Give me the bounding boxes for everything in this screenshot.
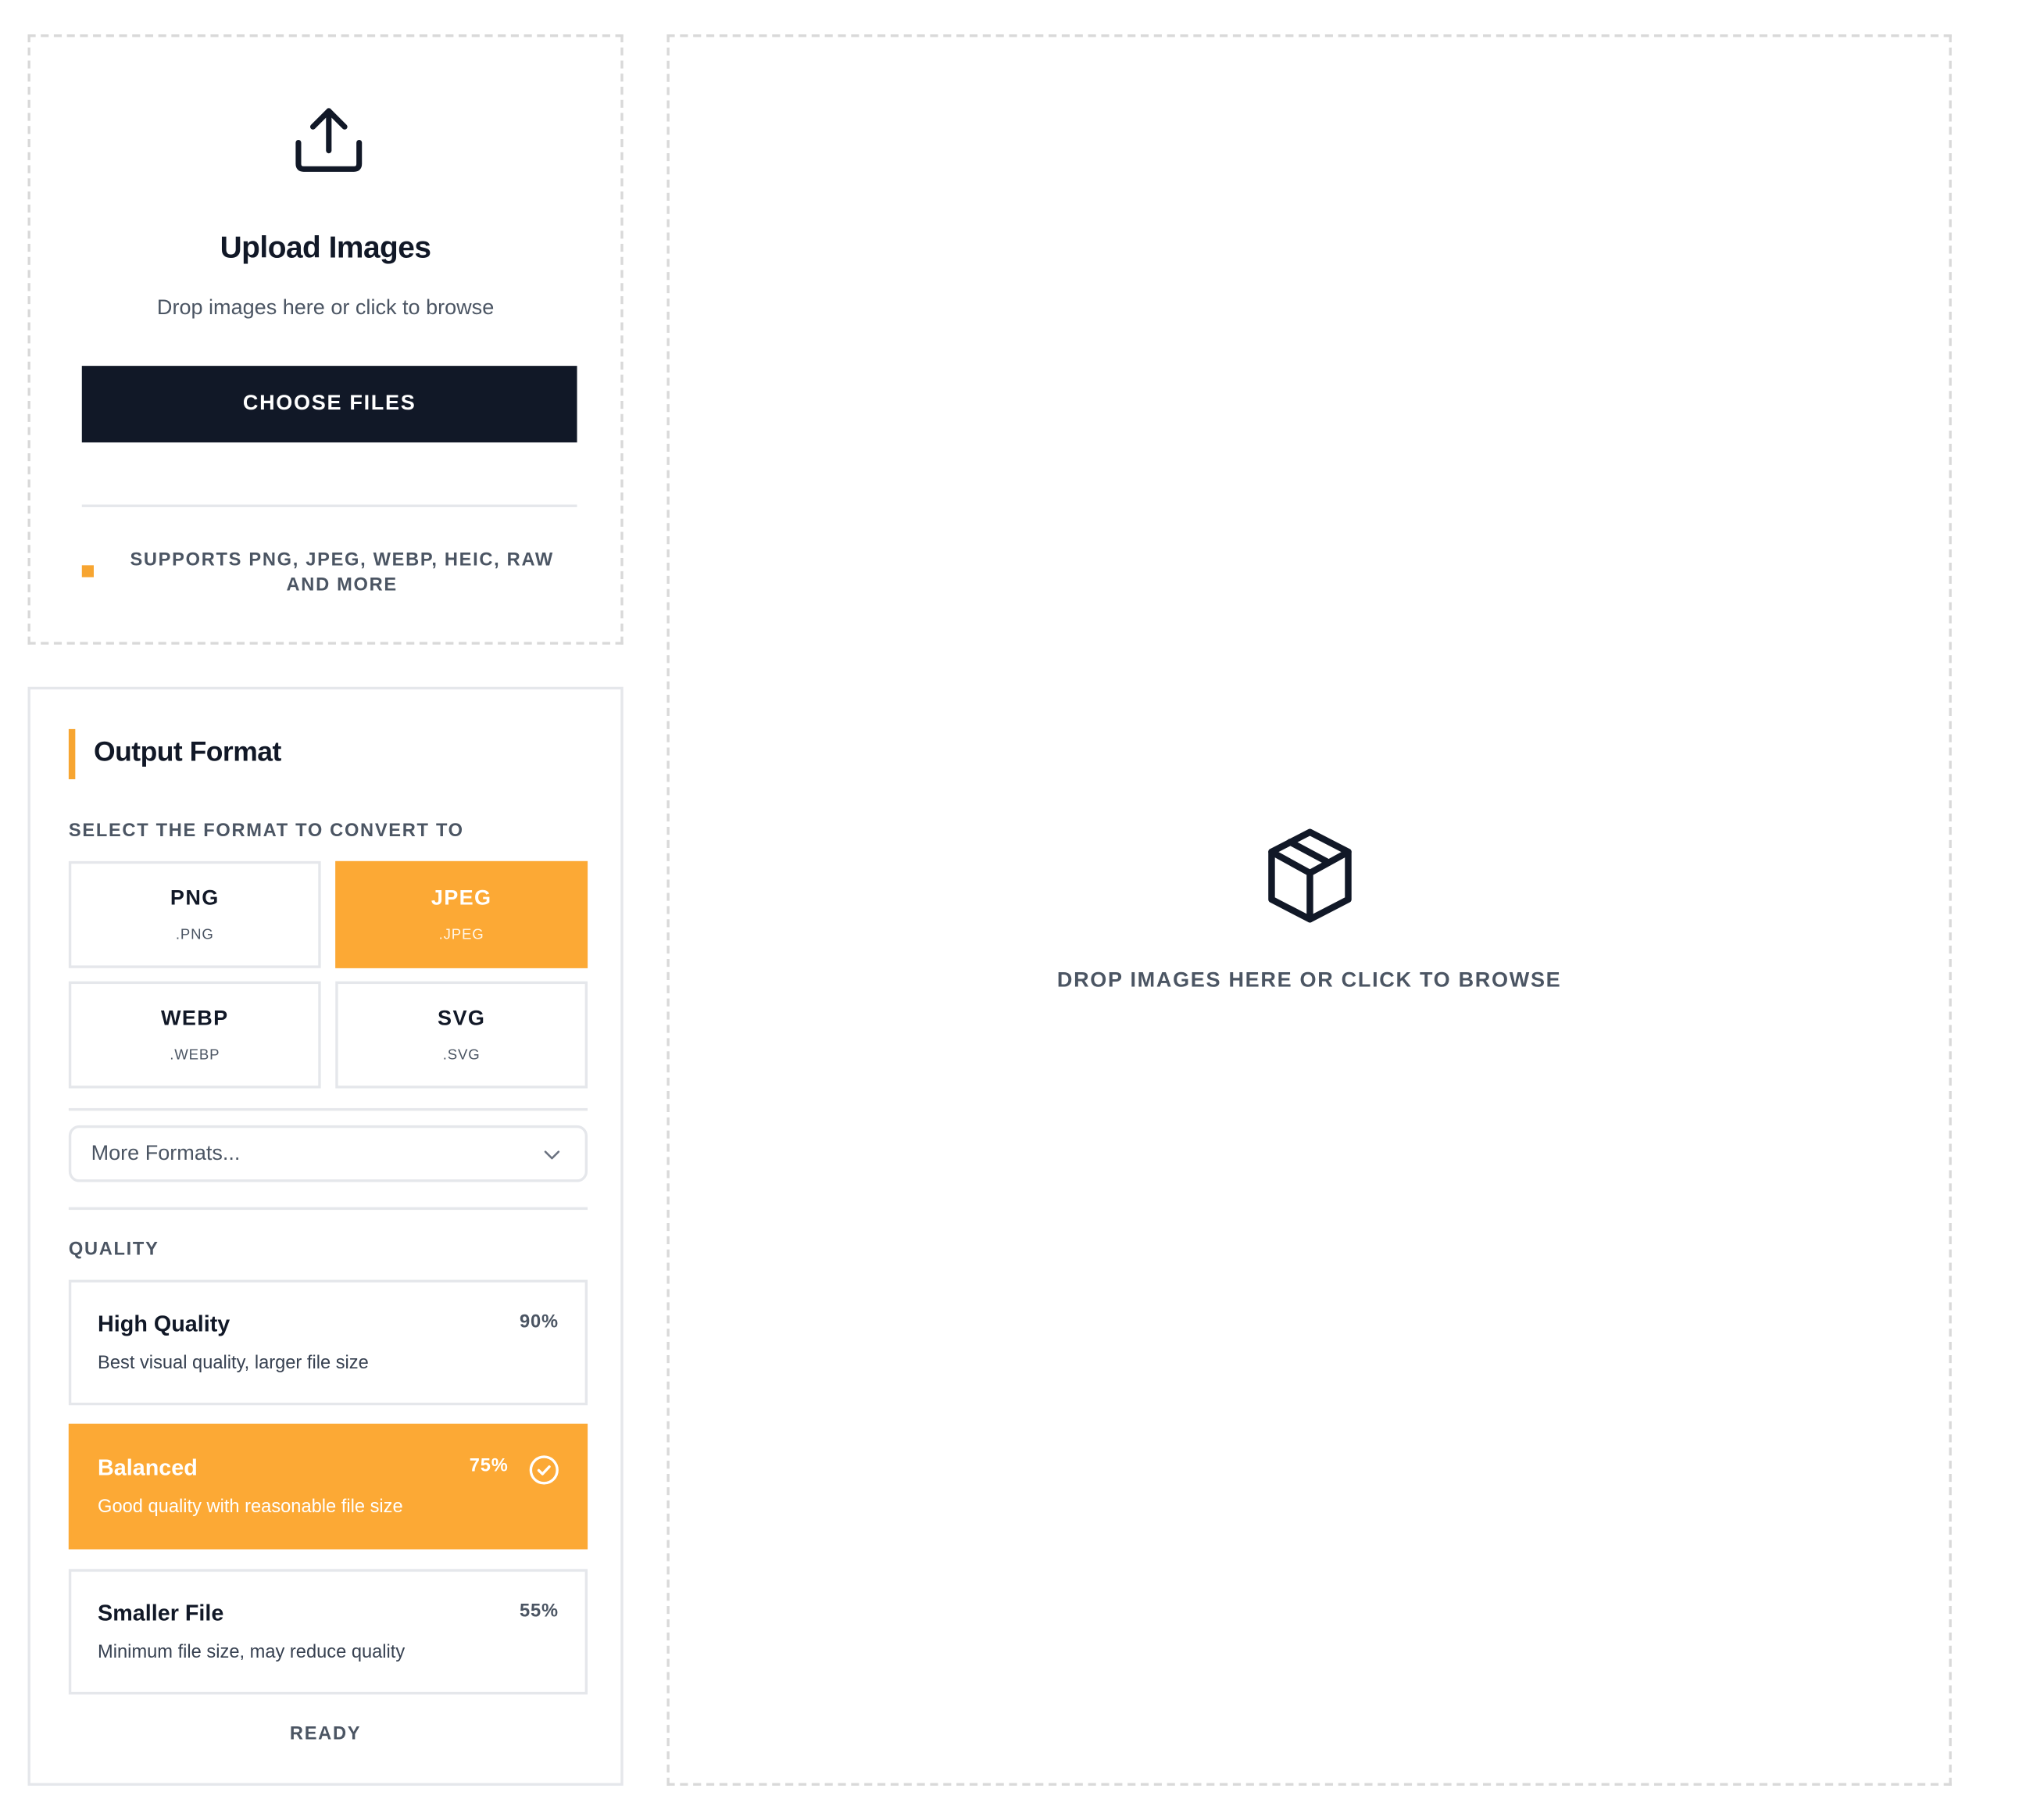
format-extension: .SVG: [442, 1047, 481, 1064]
select-format-label: SELECT THE FORMAT TO CONVERT TO: [68, 818, 464, 840]
format-option-jpeg[interactable]: JPEG .JPEG: [335, 860, 588, 968]
format-divider: [68, 1107, 588, 1111]
upload-subtitle: Drop images here or click to browse: [156, 297, 495, 320]
upload-title: Upload Images: [220, 230, 431, 264]
app-layout: Upload Images Drop images here or click …: [0, 0, 2044, 1809]
more-formats-select[interactable]: More Formats...: [68, 1125, 588, 1182]
format-option-png[interactable]: PNG .PNG: [68, 860, 321, 968]
supports-formats-text: SUPPORTS PNG, JPEG, WEBP, HEIC, RAW AND …: [130, 548, 554, 595]
quality-option-high[interactable]: High Quality Best visual quality, larger…: [68, 1279, 588, 1406]
title-accent-bar: [68, 728, 76, 780]
output-format-panel: Output Format SELECT THE FORMAT TO CONVE…: [27, 686, 624, 1786]
format-name: PNG: [170, 887, 220, 910]
quality-percent: 75%: [469, 1454, 509, 1476]
chevron-down-icon: [544, 1150, 560, 1160]
quality-divider: [68, 1207, 588, 1211]
quality-percent: 90%: [519, 1310, 559, 1332]
format-extension: .JPEG: [438, 927, 484, 943]
quality-name: Balanced: [98, 1455, 198, 1481]
status-text: READY: [289, 1722, 362, 1744]
quality-name: High Quality: [98, 1311, 230, 1337]
more-formats-label: More Formats...: [91, 1142, 241, 1165]
format-name: SVG: [438, 1007, 486, 1031]
format-extension: .WEBP: [170, 1047, 220, 1064]
quality-description: Best visual quality, larger file size: [98, 1350, 369, 1372]
quality-option-smaller[interactable]: Smaller File Minimum file size, may redu…: [68, 1569, 588, 1695]
upload-divider: [81, 504, 577, 507]
check-circle-icon: [529, 1455, 559, 1485]
image-drop-zone[interactable]: DROP IMAGES HERE OR CLICK TO BROWSE: [666, 34, 1952, 1786]
quality-description: Minimum file size, may reduce quality: [98, 1640, 406, 1662]
format-extension: .PNG: [175, 927, 214, 943]
format-name: WEBP: [160, 1007, 229, 1031]
package-icon: [1268, 828, 1352, 923]
quality-name: Smaller File: [98, 1601, 224, 1626]
upload-panel[interactable]: Upload Images Drop images here or click …: [27, 34, 624, 645]
quality-description: Good quality with reasonable file size: [98, 1495, 403, 1517]
supports-bullet-icon: [81, 565, 94, 578]
upload-icon: [295, 108, 363, 172]
output-format-title: Output Format: [93, 737, 281, 767]
quality-option-balanced[interactable]: Balanced Good quality with reasonable fi…: [68, 1423, 588, 1550]
format-option-webp[interactable]: WEBP .WEBP: [68, 981, 321, 1089]
drop-zone-text: DROP IMAGES HERE OR CLICK TO BROWSE: [1056, 969, 1562, 993]
quality-label: QUALITY: [68, 1237, 159, 1259]
choose-files-button[interactable]: CHOOSE FILES: [81, 366, 577, 443]
quality-percent: 55%: [519, 1599, 559, 1621]
format-option-svg[interactable]: SVG .SVG: [335, 981, 588, 1089]
format-name: JPEG: [431, 887, 492, 910]
